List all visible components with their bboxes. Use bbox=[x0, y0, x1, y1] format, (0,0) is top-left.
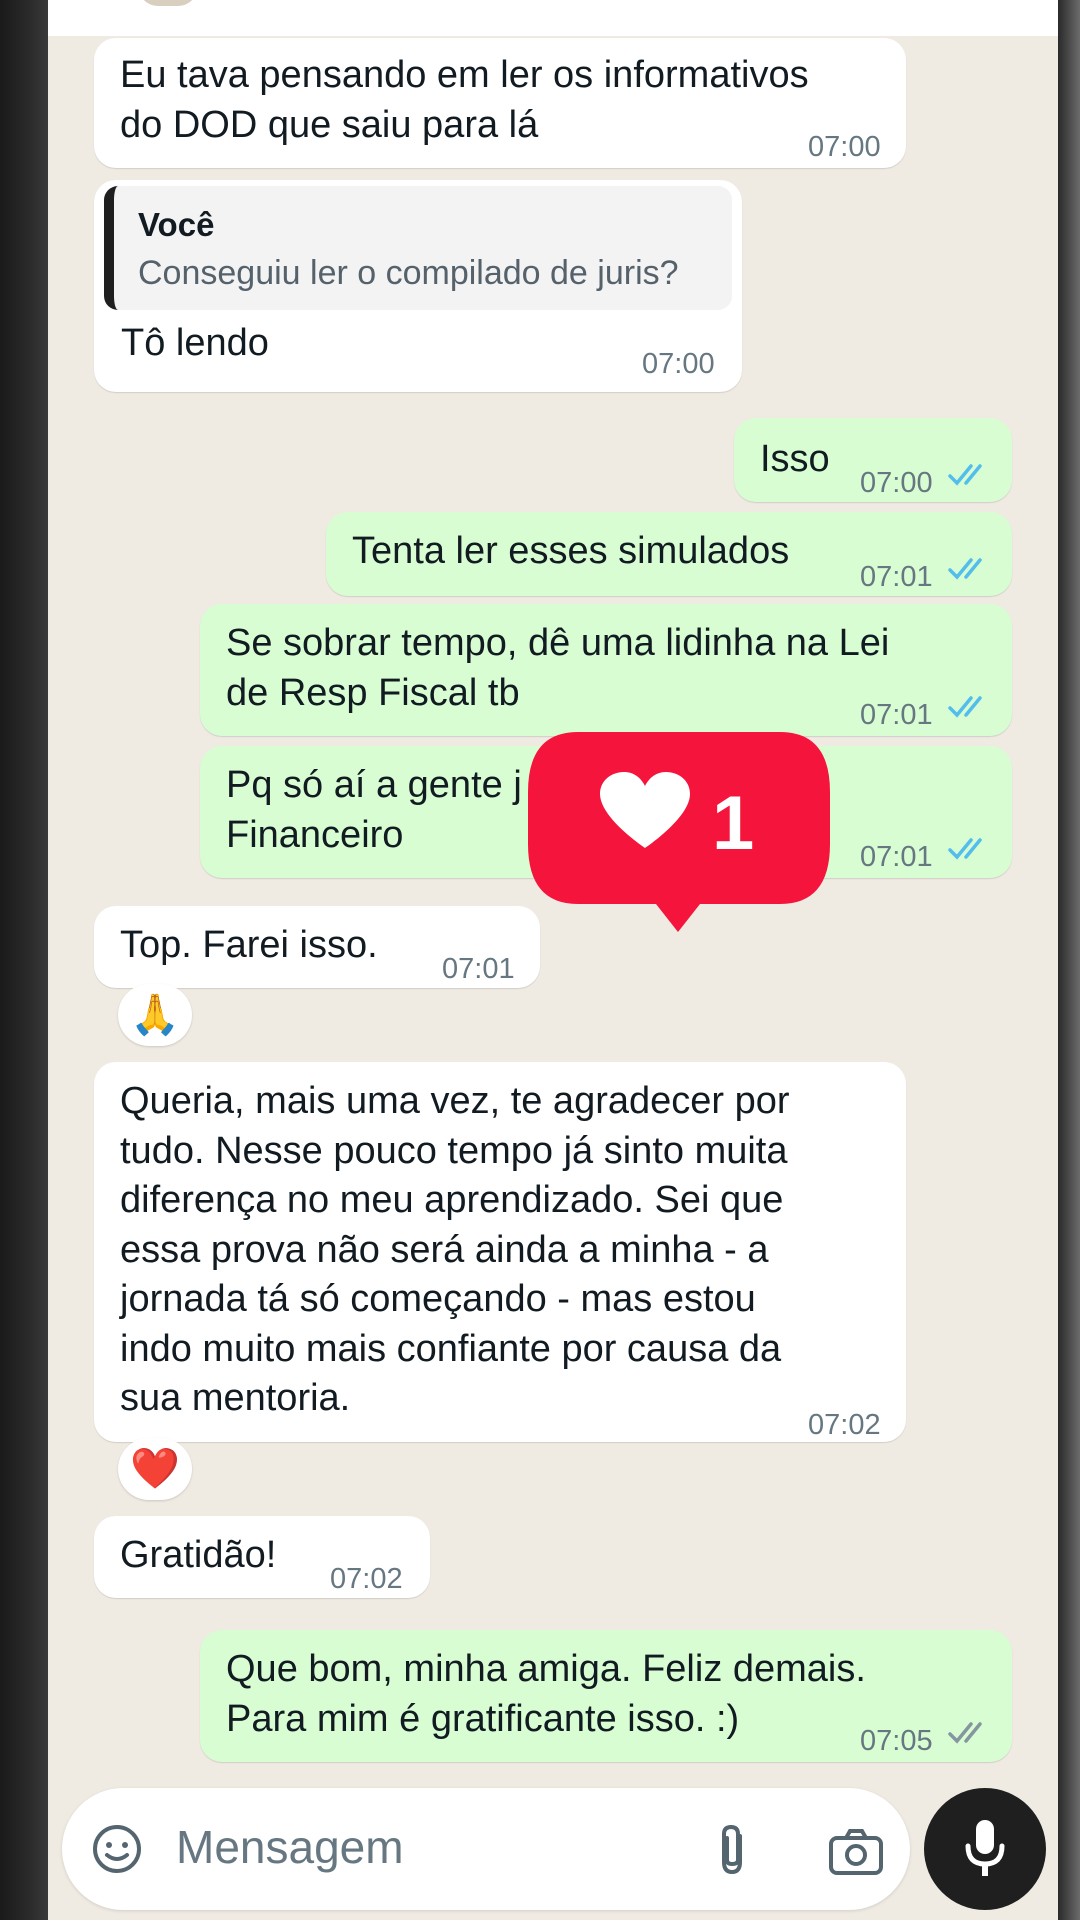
message-text: Para mim é gratificante isso. :) bbox=[226, 1698, 740, 1740]
message-text: Se sobrar tempo, dê uma lidinha na Lei bbox=[226, 622, 890, 664]
message-text: do DOD que saiu para lá bbox=[120, 104, 539, 146]
message-time: 07:00 bbox=[860, 467, 933, 499]
message-text: sua mentoria. bbox=[120, 1377, 351, 1419]
message-bubble-outgoing[interactable]: Se sobrar tempo, dê uma lidinha na Lei d… bbox=[200, 604, 1012, 736]
message-time: 07:02 bbox=[330, 1563, 403, 1595]
message-bubble-incoming[interactable]: Top. Farei isso. 07:01 bbox=[94, 906, 540, 988]
reaction-pray[interactable]: 🙏 bbox=[118, 984, 192, 1046]
message-bubble-outgoing[interactable]: Que bom, minha amiga. Feliz demais. Para… bbox=[200, 1630, 1012, 1762]
quote-text: Conseguiu ler o compilado de juris? bbox=[138, 254, 679, 292]
like-count: 1 bbox=[712, 781, 755, 866]
message-text: Top. Farei isso. bbox=[120, 924, 378, 966]
message-time: 07:01 bbox=[860, 561, 933, 593]
message-text: Queria, mais uma vez, te agradecer por bbox=[120, 1080, 790, 1122]
message-text: Pq só aí a gente j bbox=[226, 764, 522, 806]
message-time: 07:00 bbox=[808, 131, 881, 163]
message-time: 07:00 bbox=[642, 348, 715, 380]
message-text: Gratidão! bbox=[120, 1534, 277, 1576]
message-text: Tenta ler esses simulados bbox=[352, 530, 790, 572]
mic-icon bbox=[965, 1820, 1005, 1876]
reaction-heart[interactable]: ❤️ bbox=[118, 1438, 192, 1500]
message-text: de Resp Fiscal tb bbox=[226, 672, 520, 714]
read-ticks-icon bbox=[948, 838, 982, 860]
message-text: indo muito mais confiante por causa da bbox=[120, 1328, 782, 1370]
quoted-message[interactable]: Você Conseguiu ler o compilado de juris? bbox=[104, 186, 732, 310]
message-text: Que bom, minha amiga. Feliz demais. bbox=[226, 1648, 866, 1690]
like-notification-badge bbox=[528, 732, 830, 932]
camera-icon[interactable] bbox=[828, 1826, 884, 1876]
quote-author: Você bbox=[138, 206, 215, 243]
paperclip-icon[interactable] bbox=[710, 1822, 756, 1878]
read-ticks-icon bbox=[948, 558, 982, 580]
message-time: 07:01 bbox=[442, 953, 515, 985]
message-time: 07:01 bbox=[860, 841, 933, 873]
message-bubble-incoming[interactable]: Gratidão! 07:02 bbox=[94, 1516, 430, 1598]
read-ticks-icon bbox=[948, 696, 982, 718]
message-text: tudo. Nesse pouco tempo já sinto muita bbox=[120, 1130, 788, 1172]
voice-record-button[interactable] bbox=[924, 1788, 1046, 1910]
read-ticks-icon bbox=[948, 464, 982, 486]
message-text: Isso bbox=[760, 438, 830, 480]
sticker-icon[interactable] bbox=[90, 1822, 144, 1876]
chat-header bbox=[48, 0, 1058, 36]
message-time: 07:01 bbox=[860, 699, 933, 731]
message-bubble-incoming[interactable]: Eu tava pensando em ler os informativos … bbox=[94, 38, 906, 168]
message-text: Financeiro bbox=[226, 814, 404, 856]
message-text: Tô lendo bbox=[121, 322, 269, 364]
message-time: 07:02 bbox=[808, 1409, 881, 1441]
message-text: essa prova não será ainda a minha - a bbox=[120, 1229, 769, 1271]
delivered-ticks-icon bbox=[948, 1722, 982, 1744]
message-time: 07:05 bbox=[860, 1725, 933, 1757]
message-bubble-outgoing[interactable]: Isso 07:00 bbox=[734, 418, 1012, 502]
message-text: Eu tava pensando em ler os informativos bbox=[120, 54, 809, 96]
message-input[interactable]: Mensagem bbox=[176, 1820, 404, 1874]
device-edge bbox=[1058, 0, 1080, 1920]
message-text: diferença no meu aprendizado. Sei que bbox=[120, 1179, 784, 1221]
message-bubble-outgoing[interactable]: Tenta ler esses simulados 07:01 bbox=[326, 512, 1012, 596]
message-bubble-incoming[interactable]: Queria, mais uma vez, te agradecer por t… bbox=[94, 1062, 906, 1442]
message-text: jornada tá só começando - mas estou bbox=[120, 1278, 756, 1320]
